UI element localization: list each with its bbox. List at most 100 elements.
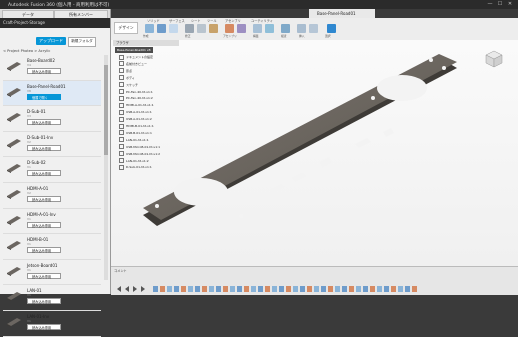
timeline-feature-icon[interactable] (412, 286, 417, 292)
playback-controls[interactable] (117, 286, 145, 292)
file-list-item[interactable]: Jetson-Board01 V1 読み込み専用 (3, 260, 101, 286)
open-button[interactable]: 読み込み専用 (27, 221, 61, 228)
timeline-feature-icon[interactable] (174, 286, 179, 292)
open-button[interactable]: 読み込み専用 (27, 298, 61, 305)
visibility-toggle-icon[interactable] (119, 116, 124, 122)
tab-surface[interactable]: サーフェス (169, 18, 185, 23)
timeline-feature-icon[interactable] (384, 286, 389, 292)
open-button[interactable]: 読み込み専用 (27, 170, 61, 177)
visibility-toggle-icon[interactable] (119, 123, 124, 129)
timeline-feature-icon[interactable] (265, 286, 270, 292)
file-list-item[interactable]: D-Sub-01-Inv V2 読み込み専用 (3, 132, 101, 158)
timeline-feature-icon[interactable] (244, 286, 249, 292)
press-pull-icon[interactable] (185, 24, 194, 33)
tab-tools[interactable]: ツール (207, 18, 217, 23)
breadcrumb[interactable]: < Project Photeo > Acrylic (3, 49, 50, 53)
tab-assembly[interactable]: アセンブリ (225, 18, 241, 23)
browser-tree-item[interactable]: HDMI-A-01-ht-v1:1 (119, 102, 154, 108)
visibility-toggle-icon[interactable] (119, 75, 124, 81)
fillet-icon[interactable] (197, 24, 206, 33)
open-button[interactable]: 読み込み専用 (27, 68, 61, 74)
browser-tree-item[interactable]: USB-MicroB-01-ht-v1:1 (119, 144, 160, 150)
browser-tree-item[interactable]: PC-Fan-40-ht-v1:1 (119, 89, 153, 95)
timeline-feature-icon[interactable] (181, 286, 186, 292)
browser-tree-item[interactable]: 名前付きビュー (119, 61, 147, 67)
browser-root[interactable]: Base-Panel-Road01 v8 (115, 47, 153, 53)
browser-tree-item[interactable]: USB-A-01-ht-v1:2 (119, 116, 152, 122)
group-modify[interactable]: 修正 (185, 34, 191, 38)
open-button[interactable]: 読み込み専用 (27, 247, 61, 254)
insert-icon[interactable] (297, 24, 306, 33)
file-list-item[interactable]: HDMI-A-01-Inv V1 読み込み専用 (3, 209, 101, 235)
minimize-button[interactable]: — (486, 1, 494, 7)
open-button[interactable]: 読み込み専用 (27, 323, 61, 330)
visibility-toggle-icon[interactable] (119, 89, 124, 94)
open-button[interactable]: 個展で開く (27, 93, 61, 100)
maximize-button[interactable]: ☐ (496, 1, 504, 7)
timeline-feature-icon[interactable] (335, 286, 340, 292)
timeline-feature-icon[interactable] (300, 286, 305, 292)
timeline[interactable] (111, 267, 518, 295)
visibility-toggle-icon[interactable] (119, 137, 124, 143)
tab-utilities[interactable]: ユーティリティ (251, 18, 273, 23)
visibility-toggle-icon[interactable] (119, 61, 124, 67)
browser-tree-item[interactable]: ドキュメントの設定 (119, 54, 153, 60)
workspace-selector[interactable]: デザイン (114, 22, 138, 34)
timeline-feature-icon[interactable] (153, 286, 158, 292)
browser-tree-item[interactable]: USB-MicroB-01-ht-v1:2 (119, 151, 160, 157)
extrude-icon[interactable] (157, 24, 166, 33)
timeline-feature-icon[interactable] (195, 286, 200, 292)
browser-tree-item[interactable]: USB-B-01-ht-v1:1 (119, 130, 152, 136)
timeline-feature-icon[interactable] (314, 286, 319, 292)
group-insert[interactable]: 挿入 (299, 34, 305, 38)
visibility-toggle-icon[interactable] (119, 68, 124, 74)
timeline-feature-icon[interactable] (230, 286, 235, 292)
browser-header[interactable]: ブラウザ (113, 40, 179, 46)
tab-sheet[interactable]: シート (191, 18, 201, 23)
timeline-feature-icon[interactable] (167, 286, 172, 292)
decal-icon[interactable] (309, 24, 318, 33)
upload-button[interactable]: アップロード (36, 37, 66, 45)
timeline-feature-icon[interactable] (342, 286, 347, 292)
timeline-feature-icon[interactable] (202, 286, 207, 292)
as-built-joint-icon[interactable] (237, 24, 246, 33)
visibility-toggle-icon[interactable] (119, 109, 124, 115)
scrollbar[interactable] (104, 55, 108, 280)
visibility-toggle-icon[interactable] (119, 130, 124, 136)
visibility-toggle-icon[interactable] (119, 95, 124, 101)
browser-tree-item[interactable]: D-Sub-01-ht-v1:1 (119, 164, 152, 170)
file-list-item[interactable]: LAN-01 V1 読み込み専用 (3, 285, 101, 311)
visibility-toggle-icon[interactable] (119, 151, 124, 157)
timeline-feature-icon[interactable] (223, 286, 228, 292)
timeline-feature-icon[interactable] (279, 286, 284, 292)
file-list-item[interactable]: HDMI-A-01 V2 読み込み専用 (3, 183, 101, 209)
timeline-feature-icon[interactable] (370, 286, 375, 292)
group-select[interactable]: 選択 (325, 34, 331, 38)
group-inspect[interactable]: 検査 (281, 34, 287, 38)
file-list-item[interactable]: LAN-01-Inv V1 読み込み専用 (3, 311, 101, 337)
file-list-item[interactable]: D-Sub-01 V3 読み込み専用 (3, 106, 101, 132)
timeline-feature-icon[interactable] (307, 286, 312, 292)
timeline-feature-icon[interactable] (209, 286, 214, 292)
scrollbar-thumb[interactable] (104, 65, 108, 155)
file-list-item[interactable]: Base-Panel-Road01 V8 個展で開く (3, 80, 101, 107)
create-sketch-icon[interactable] (145, 24, 154, 33)
timeline-feature-icon[interactable] (377, 286, 382, 292)
timeline-feature-icon[interactable] (293, 286, 298, 292)
visibility-toggle-icon[interactable] (119, 82, 124, 88)
browser-tree-item[interactable]: HDMI-B-01-ht-v1:1 (119, 123, 154, 129)
tab-solid[interactable]: ソリッド (147, 18, 160, 23)
axis-icon[interactable] (265, 24, 274, 33)
group-create[interactable]: 作成 (143, 34, 149, 38)
group-construct[interactable]: 構築 (253, 34, 259, 38)
timeline-feature-icon[interactable] (216, 286, 221, 292)
timeline-feature-icon[interactable] (160, 286, 165, 292)
browser-tree-item[interactable]: PC-Fan-40-ht-v1:2 (119, 95, 153, 101)
measure-icon[interactable] (281, 24, 290, 33)
project-header[interactable]: Craft-Project-Storage (0, 18, 110, 28)
file-list-item[interactable]: Base-Board02 V4 読み込み専用 (3, 55, 101, 81)
visibility-toggle-icon[interactable] (119, 164, 124, 170)
select-icon[interactable] (327, 24, 336, 33)
model-canvas[interactable]: ブラウザ Base-Panel-Road01 v8 ドキュメントの設定 名前付きビ… (111, 40, 518, 266)
browser-tree-item[interactable]: LAN-01-ht-v1:1 (119, 137, 149, 143)
